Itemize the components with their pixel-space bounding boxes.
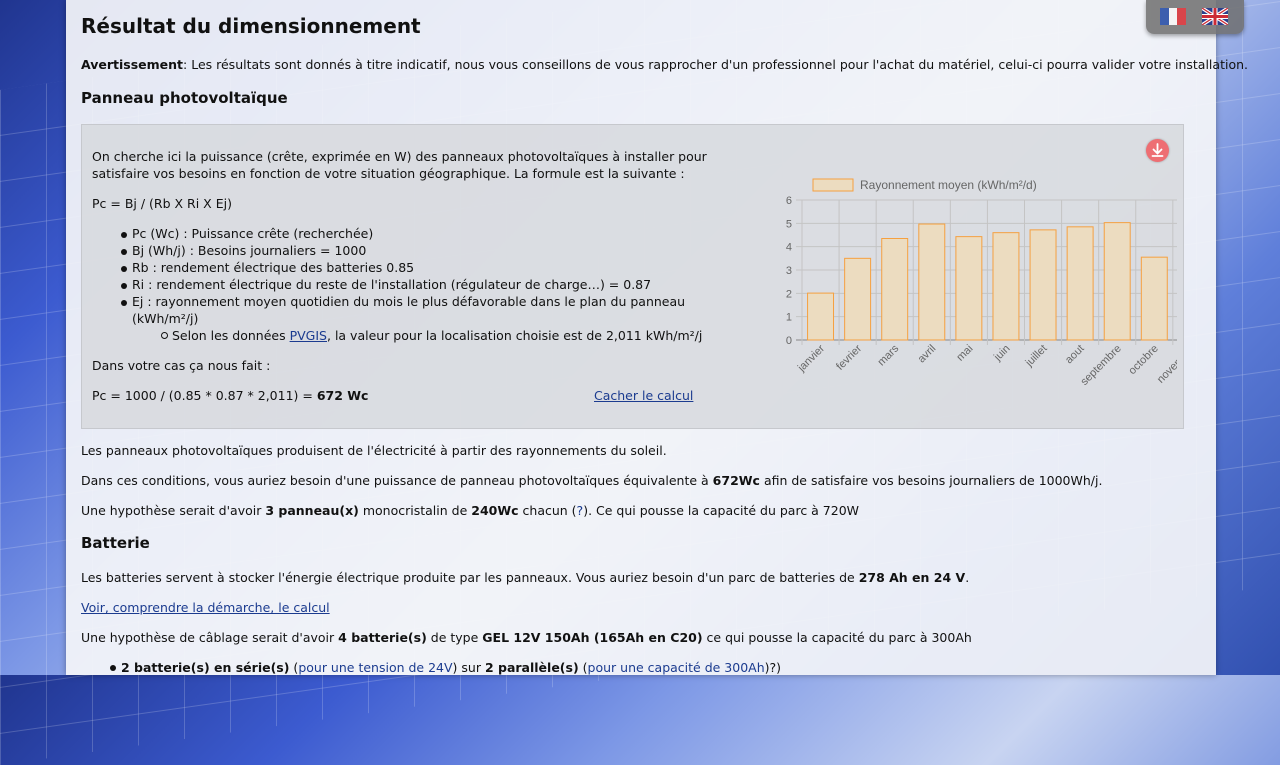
pv-intro-line2: satisfaire vos besoins en fonction de vo… bbox=[92, 166, 685, 181]
x-tick-label: octobre bbox=[1126, 343, 1160, 377]
pv-bullet-bj: Bj (Wh/j) : Besoins journaliers = 1000 bbox=[132, 243, 367, 258]
chart-bar bbox=[1103, 222, 1131, 341]
legend-label: Rayonnement moyen (kWh/m²/d) bbox=[860, 178, 1037, 192]
chart-bar bbox=[1066, 226, 1094, 341]
legend-swatch bbox=[812, 178, 854, 192]
y-tick-label: 0 bbox=[786, 335, 792, 347]
pvgis-line: Selon les données PVGIS, la valeur pour … bbox=[172, 328, 702, 343]
bullet-dot bbox=[121, 249, 127, 255]
warning-text: : Les résultats sont donnés à titre indi… bbox=[183, 57, 1248, 72]
bullet-dot bbox=[110, 665, 116, 671]
battery-li-text4: )?) bbox=[764, 660, 782, 675]
voltage-link[interactable]: pour une tension de 24V bbox=[298, 660, 452, 675]
battery-series: 2 batterie(s) en série(s) bbox=[121, 660, 290, 675]
pv-paragraph-3: Une hypothèse serait d'avoir 3 panneau(x… bbox=[81, 503, 859, 518]
battery-li-text2: ) sur bbox=[452, 660, 485, 675]
battery-p2-text: Une hypothèse de câblage serait d'avoir bbox=[81, 630, 339, 645]
y-tick-label: 3 bbox=[786, 265, 792, 277]
chart-bar bbox=[955, 236, 983, 341]
battery-parallel: 2 parallèle(s) bbox=[484, 660, 579, 675]
x-tick-label: janvier bbox=[795, 342, 827, 374]
pv-p2-power: 672Wc bbox=[712, 473, 760, 488]
chart-bar bbox=[992, 232, 1020, 341]
x-tick-label: septembre bbox=[1079, 343, 1124, 388]
battery-wiring-item: 2 batterie(s) en série(s) (pour une tens… bbox=[121, 660, 781, 675]
language-switcher bbox=[1146, 0, 1244, 34]
chart-bar bbox=[1140, 256, 1168, 341]
x-tick-label: juillet bbox=[1023, 343, 1050, 370]
pv-heading: Panneau photovoltaïque bbox=[81, 89, 288, 107]
warning-label: Avertissement bbox=[81, 57, 184, 72]
bullet-dot bbox=[121, 266, 127, 272]
download-icon[interactable] bbox=[1146, 139, 1169, 162]
french-flag-icon[interactable] bbox=[1160, 8, 1186, 25]
pv-paragraph-2: Dans ces conditions, vous auriez besoin … bbox=[81, 473, 1102, 488]
x-tick-label: mars bbox=[876, 342, 902, 368]
pv-p3-count: 3 panneau(x) bbox=[265, 503, 359, 518]
bullet-dot bbox=[121, 232, 127, 238]
radiation-chart: Rayonnement moyen (kWh/m²/d) 0 1 2 3 4 5 6 janv… bbox=[786, 178, 1177, 388]
pv-p3-wc: 240Wc bbox=[471, 503, 519, 518]
chart-bar bbox=[1029, 229, 1057, 341]
y-tick-label: 4 bbox=[786, 242, 792, 254]
pvgis-prefix: Selon les données bbox=[172, 328, 290, 343]
battery-p2-count: 4 batterie(s) bbox=[338, 630, 427, 645]
sub-bullet-circle bbox=[161, 332, 168, 339]
chart-bar bbox=[807, 292, 835, 341]
pv-p3-text4: ). Ce qui pousse la capacité du parc à 7… bbox=[583, 503, 860, 518]
pv-p2-text-end: afin de satisfaire vos besoins journalie… bbox=[759, 473, 1103, 488]
pv-p3-text3: chacun ( bbox=[518, 503, 577, 518]
chart-bar bbox=[918, 223, 946, 341]
battery-p2-text3: ce qui pousse la capacité du parc à 300A… bbox=[702, 630, 972, 645]
pv-bullet-pc: Pc (Wc) : Puissance crête (recherchée) bbox=[132, 226, 374, 241]
pv-p3-text: Une hypothèse serait d'avoir bbox=[81, 503, 266, 518]
battery-paragraph-2: Une hypothèse de câblage serait d'avoir … bbox=[81, 630, 972, 645]
pv-calculation-panel: On cherche ici la puissance (crête, expr… bbox=[81, 124, 1184, 429]
battery-li-text3: ( bbox=[578, 660, 588, 675]
battery-p2-type: GEL 12V 150Ah (165Ah en C20) bbox=[482, 630, 703, 645]
page-title: Résultat du dimensionnement bbox=[81, 14, 421, 38]
pvgis-link[interactable]: PVGIS bbox=[290, 328, 327, 343]
english-flag-icon[interactable] bbox=[1202, 8, 1228, 25]
x-tick-label: fevrier bbox=[834, 342, 864, 372]
result-formula: Pc = 1000 / (0.85 * 0.87 * 2,011) = bbox=[92, 388, 317, 403]
result-value: 672 Wc bbox=[316, 388, 369, 403]
battery-li-text: ( bbox=[289, 660, 299, 675]
capacity-link[interactable]: pour une capacité de 300Ah bbox=[588, 660, 765, 675]
y-tick-label: 6 bbox=[786, 195, 792, 207]
chart-bar bbox=[881, 238, 909, 341]
case-text: Dans votre cas ça nous fait : bbox=[92, 358, 271, 373]
pv-p3-text2: monocristalin de bbox=[358, 503, 472, 518]
bullet-dot bbox=[121, 283, 127, 289]
pv-formula: Pc = Bj / (Rb X Ri X Ej) bbox=[92, 196, 232, 211]
pvgis-suffix: , la valeur pour la localisation choisie… bbox=[327, 328, 703, 343]
pv-intro-line1: On cherche ici la puissance (crête, expr… bbox=[92, 149, 707, 164]
battery-p2-text2: de type bbox=[426, 630, 483, 645]
x-tick-label: juin bbox=[991, 343, 1012, 364]
battery-heading: Batterie bbox=[81, 534, 150, 552]
battery-paragraph-1: Les batteries servent à stocker l'énergi… bbox=[81, 570, 969, 585]
battery-p1-text: Les batteries servent à stocker l'énergi… bbox=[81, 570, 859, 585]
y-tick-label: 1 bbox=[786, 312, 792, 324]
pv-bullet-ej: Ej : rayonnement moyen quotidien du mois… bbox=[132, 294, 686, 309]
x-tick-label: avril bbox=[916, 343, 939, 366]
pv-bullet-ej-unit: (kWh/m²/j) bbox=[132, 311, 199, 326]
chart-plot-area: 0 1 2 3 4 5 6 janvier fevrier mars avril mai juin jui… bbox=[786, 195, 1177, 388]
battery-calc-link[interactable]: Voir, comprendre la démarche, le calcul bbox=[81, 600, 330, 615]
chart-bar bbox=[844, 257, 872, 341]
chart-legend: Rayonnement moyen (kWh/m²/d) bbox=[812, 178, 1037, 192]
battery-p1-end: . bbox=[965, 570, 970, 585]
pv-paragraph-1: Les panneaux photovoltaïques produisent … bbox=[81, 443, 667, 458]
battery-p1-capacity: 278 Ah en 24 V bbox=[858, 570, 966, 585]
x-tick-label: mai bbox=[954, 343, 975, 364]
y-tick-label: 5 bbox=[786, 218, 792, 230]
x-tick-label: aout bbox=[1063, 343, 1087, 367]
pv-bullet-ri: Ri : rendement électrique du reste de l'… bbox=[132, 277, 652, 292]
warning-paragraph: Avertissement: Les résultats sont donnés… bbox=[81, 57, 1248, 72]
result-line: Pc = 1000 / (0.85 * 0.87 * 2,011) = 672 … bbox=[92, 388, 368, 403]
bullet-dot bbox=[121, 300, 127, 306]
pv-bullet-rb: Rb : rendement électrique des batteries … bbox=[132, 260, 415, 275]
y-tick-label: 2 bbox=[786, 288, 792, 300]
pv-p2-text: Dans ces conditions, vous auriez besoin … bbox=[81, 473, 713, 488]
